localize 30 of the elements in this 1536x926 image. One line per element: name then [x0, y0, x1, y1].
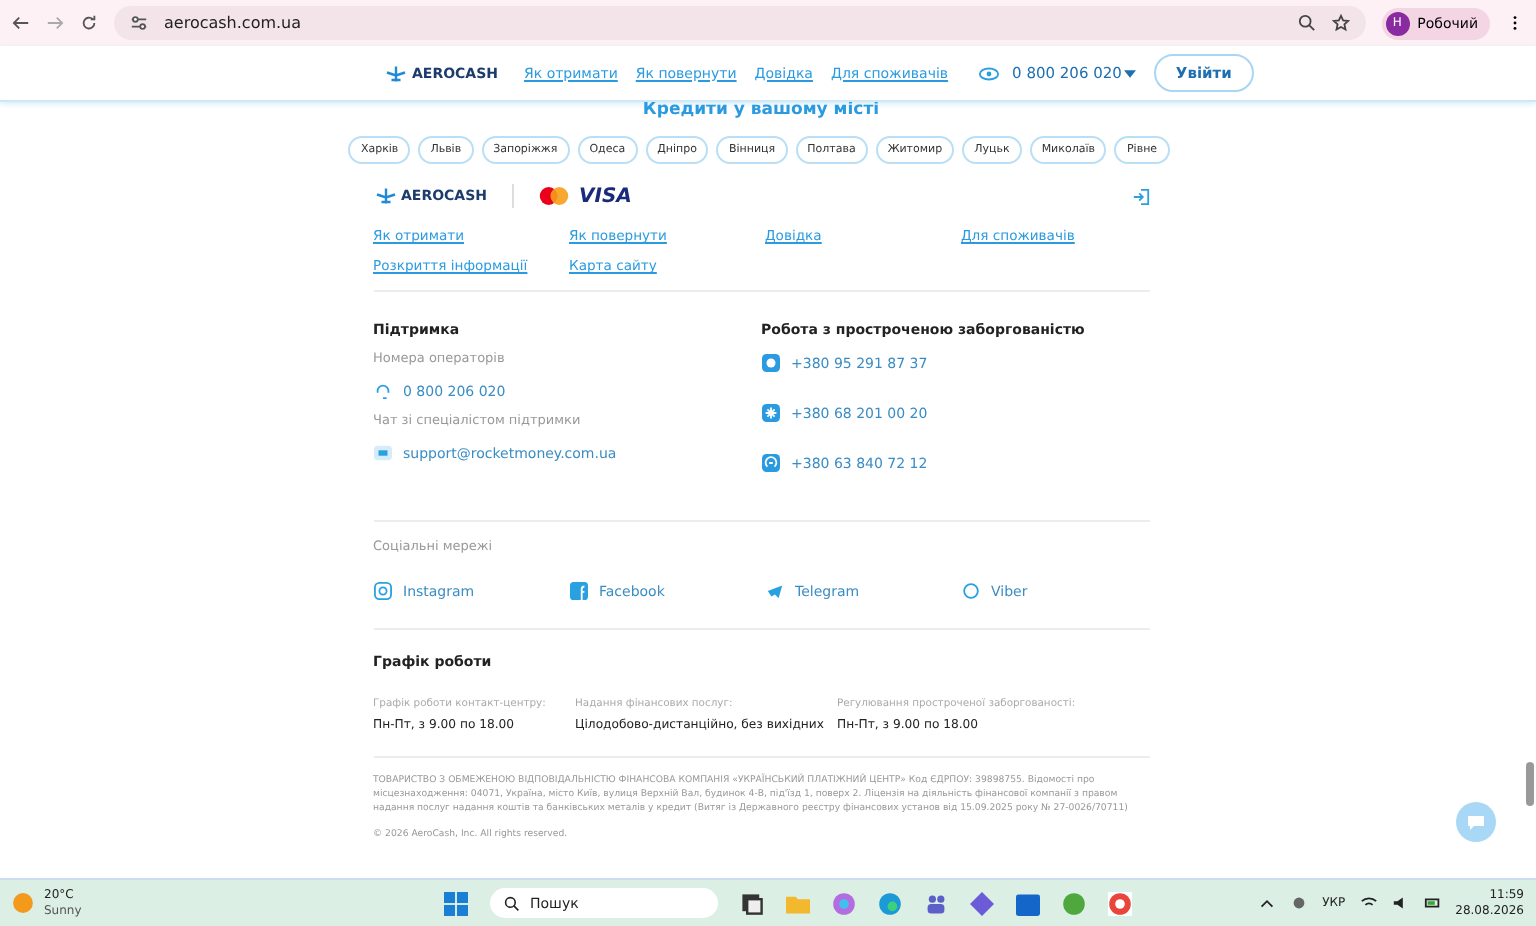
app-icon[interactable]	[970, 891, 994, 915]
operator-circle-icon	[761, 354, 779, 372]
caret-icon[interactable]	[1123, 69, 1136, 77]
app-icon[interactable]	[832, 891, 856, 915]
sun-icon	[12, 892, 34, 914]
reload-icon[interactable]	[80, 14, 98, 32]
visa-logo: VISA	[579, 185, 632, 207]
battery-icon[interactable]	[1423, 894, 1442, 912]
search-icon[interactable]	[504, 895, 520, 911]
eye-icon[interactable]	[978, 65, 1001, 81]
url-text: aerocash.com.ua	[164, 14, 304, 32]
chevron-up-icon[interactable]	[1258, 894, 1277, 912]
start-icon[interactable]	[444, 891, 468, 915]
login-icon[interactable]	[1131, 187, 1149, 205]
telegram-icon[interactable]	[765, 582, 783, 600]
mail-icon	[373, 444, 391, 462]
address-bar[interactable]: aerocash.com.ua	[114, 6, 1366, 40]
back-icon[interactable]	[12, 14, 30, 32]
headset-icon	[373, 382, 391, 400]
task-view-icon[interactable]	[740, 891, 764, 915]
instagram-icon[interactable]	[373, 582, 391, 600]
scrollbar[interactable]	[1526, 762, 1534, 806]
operator-spiral-icon	[761, 454, 779, 472]
people-icon[interactable]	[924, 891, 948, 915]
facebook-icon[interactable]	[569, 582, 587, 600]
mastercard-icon	[537, 186, 569, 206]
operator-star-icon	[761, 404, 779, 422]
site-settings-icon[interactable]	[130, 14, 148, 32]
zoom-icon[interactable]	[1297, 14, 1316, 32]
star-icon[interactable]	[1331, 14, 1350, 32]
